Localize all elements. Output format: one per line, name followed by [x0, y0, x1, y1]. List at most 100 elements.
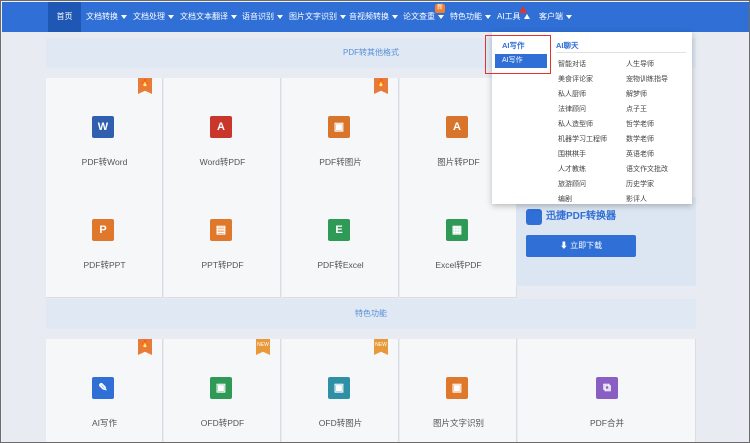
top-navbar: 首页 文档转换 文档处理 文档文本翻译 语音识别 图片文字识别 音视频转换 论文…	[2, 2, 749, 32]
card-pdf-to-word[interactable]: 🔥 W PDF转Word	[46, 78, 163, 195]
app-logo-icon	[526, 209, 542, 225]
card-pdf-to-excel[interactable]: E PDF转Excel	[282, 181, 399, 298]
card-label: PDF转PPT	[83, 260, 126, 270]
card-label: PDF合并	[589, 418, 624, 428]
dropdown-item[interactable]: 围棋棋手	[558, 149, 586, 159]
nav-speech-recognition[interactable]: 语音识别	[242, 2, 283, 32]
card-ofd-to-image[interactable]: NEW ▣ OFD转图片	[282, 339, 399, 442]
card-image-ocr[interactable]: ▣ 图片文字识别	[400, 339, 517, 442]
dropdown-item[interactable]: 旅游顾问	[558, 179, 586, 189]
card-label: PDF转图片	[319, 157, 362, 167]
pdf-icon: A	[446, 116, 468, 138]
hot-flag-icon: 🔥	[138, 78, 152, 94]
nav-home[interactable]: 首页	[48, 2, 81, 32]
new-flag-icon: NEW	[256, 339, 270, 355]
nav-label: AI工具	[497, 12, 521, 21]
nav-label: 语音识别	[242, 12, 274, 21]
nav-featured[interactable]: 特色功能	[450, 2, 491, 32]
highlight-box	[485, 35, 551, 74]
card-ai-writing[interactable]: 🔥 ✎ AI写作	[46, 339, 163, 442]
dropdown-item[interactable]: 智能对话	[558, 59, 586, 69]
download-button[interactable]: ⬇ 立即下载	[526, 235, 636, 257]
hot-flag-icon: 🔥	[374, 78, 388, 94]
card-label: PPT转PDF	[201, 260, 244, 270]
ai-tools-dropdown: AI写作 AI写作 AI聊天 智能对话 美食评论家 私人厨师 法律顾问 私人造型…	[485, 32, 692, 204]
dropdown-item[interactable]: 解梦师	[626, 89, 647, 99]
dropdown-item[interactable]: 数学老师	[626, 134, 654, 144]
card-label: Excel转PDF	[435, 260, 482, 270]
caret-down-icon	[277, 14, 283, 19]
dropdown-item[interactable]: 语文作文批改	[626, 164, 668, 174]
caret-down-icon	[168, 14, 174, 19]
caret-down-icon	[485, 14, 491, 19]
dropdown-item[interactable]: 法律顾问	[558, 104, 586, 114]
new-flag-icon: NEW	[374, 339, 388, 355]
dropdown-item[interactable]: 历史学家	[626, 179, 654, 189]
card-label: PDF转Excel	[317, 260, 364, 270]
new-badge: 新	[435, 4, 445, 13]
dropdown-item[interactable]: 私人厨师	[558, 89, 586, 99]
promo-panel: 迅捷PDF转换器 ⬇ 立即下载	[516, 197, 696, 286]
section-title-featured: 特色功能	[46, 299, 696, 329]
dropdown-item[interactable]: 人生导师	[626, 59, 654, 69]
dropdown-category-ai-chat[interactable]: AI聊天	[556, 40, 579, 51]
card-label: OFD转PDF	[200, 418, 245, 428]
nav-doc-process[interactable]: 文档处理	[133, 2, 174, 32]
card-label: AI写作	[91, 418, 118, 428]
nav-doc-convert[interactable]: 文档转换	[86, 2, 127, 32]
browser-frame: PDF转其他格式 🔥 W PDF转Word A Word转PDF 🔥 ▣ PDF…	[0, 0, 750, 443]
image-icon: ▣	[328, 116, 350, 138]
dropdown-item[interactable]: 宠物训练指导	[626, 74, 668, 84]
caret-down-icon	[340, 14, 346, 19]
caret-up-icon	[523, 14, 530, 20]
nav-label: 文档文本翻译	[180, 12, 228, 21]
dropdown-item[interactable]: 哲学老师	[626, 119, 654, 129]
card-ppt-to-pdf[interactable]: ▤ PPT转PDF	[164, 181, 281, 298]
word-icon: W	[92, 116, 114, 138]
card-label: Word转PDF	[199, 157, 246, 167]
pdf-icon: A	[210, 116, 232, 138]
caret-down-icon	[566, 14, 572, 19]
ppt-icon: ▤	[210, 219, 232, 241]
card-pdf-to-ppt[interactable]: P PDF转PPT	[46, 181, 163, 298]
caret-down-icon	[231, 14, 237, 19]
nav-client[interactable]: 客户端	[539, 2, 572, 32]
nav-label: 论文查重	[403, 12, 435, 21]
nav-image-ocr[interactable]: 图片文字识别	[289, 2, 346, 32]
card-word-to-pdf[interactable]: A Word转PDF	[164, 78, 281, 195]
ppt-icon: P	[92, 219, 114, 241]
caret-down-icon	[121, 14, 127, 19]
nav-doc-translate[interactable]: 文档文本翻译	[180, 2, 237, 32]
excel-icon: ▦	[446, 219, 468, 241]
dropdown-item[interactable]: 影评人	[626, 194, 647, 204]
dropdown-item[interactable]: 点子王	[626, 104, 647, 114]
nav-label: 图片文字识别	[289, 12, 337, 21]
nav-av-convert[interactable]: 音视频转换	[349, 2, 398, 32]
ofd-icon: ▣	[210, 377, 232, 399]
nav-label: 音视频转换	[349, 12, 389, 21]
pen-icon: ✎	[92, 377, 114, 399]
caret-down-icon	[392, 14, 398, 19]
nav-label: 文档转换	[86, 12, 118, 21]
card-pdf-merge[interactable]: ⧉ PDF合并	[518, 339, 696, 442]
dropdown-item[interactable]: 美食评论家	[558, 74, 593, 84]
card-label: OFD转图片	[318, 418, 363, 428]
dropdown-item[interactable]: 人才教练	[558, 164, 586, 174]
card-ofd-to-pdf[interactable]: NEW ▣ OFD转PDF	[164, 339, 281, 442]
caret-down-icon	[438, 14, 444, 19]
nav-label: 文档处理	[133, 12, 165, 21]
nav-label: 首页	[56, 12, 73, 21]
image-icon: ▣	[328, 377, 350, 399]
nav-label: 客户端	[539, 12, 563, 21]
card-label: 图片文字识别	[432, 418, 484, 428]
dropdown-item[interactable]: 编剧	[558, 194, 572, 204]
dropdown-item[interactable]: 英语老师	[626, 149, 654, 159]
excel-icon: E	[328, 219, 350, 241]
card-pdf-to-image[interactable]: 🔥 ▣ PDF转图片	[282, 78, 399, 195]
dropdown-item[interactable]: 机器学习工程师	[558, 134, 607, 144]
cursor-pointer-icon	[519, 6, 527, 13]
nav-label: 特色功能	[450, 12, 482, 21]
ocr-icon: ▣	[446, 377, 468, 399]
card-label: PDF转Word	[81, 157, 128, 167]
dropdown-item[interactable]: 私人造型师	[558, 119, 593, 129]
